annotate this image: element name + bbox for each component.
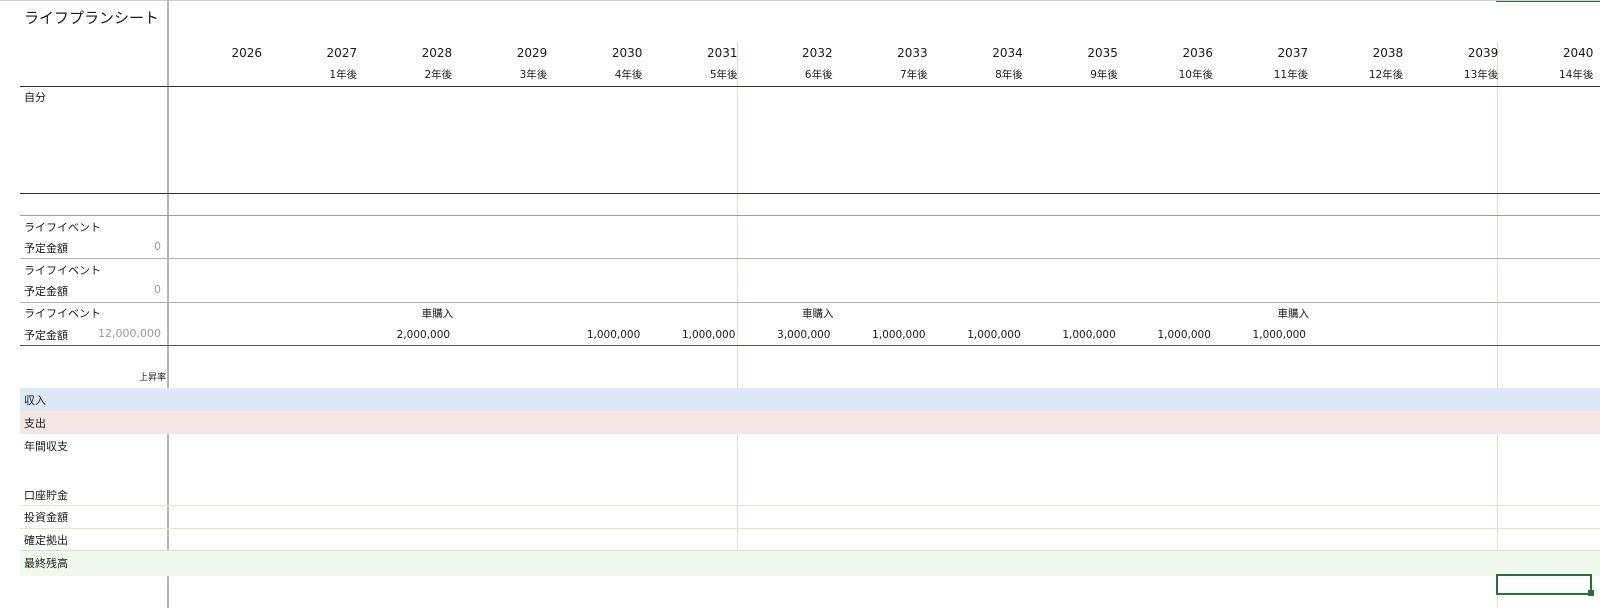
- savings-divider: [20, 505, 1600, 506]
- planned-amount-total-2[interactable]: 0: [66, 283, 161, 296]
- years-ago-cell: 14年後: [1559, 69, 1594, 81]
- event-amount-cell[interactable]: 1,000,000: [640, 329, 735, 341]
- year-header-cell: 2026: [231, 46, 262, 60]
- final-balance-label: 最終残高: [24, 557, 68, 570]
- selected-cell[interactable]: [1496, 574, 1592, 595]
- years-ago-cell: 10年後: [1178, 69, 1213, 81]
- income-row[interactable]: [20, 388, 1600, 411]
- planned-amount-total-1[interactable]: 0: [66, 240, 161, 253]
- event-name-cell[interactable]: 車購入: [754, 306, 834, 321]
- account-savings-label: 口座貯金: [24, 489, 68, 502]
- years-ago-cell: 12年後: [1368, 69, 1404, 81]
- years-ago-cell: 8年後: [995, 69, 1023, 81]
- events-top-border: [20, 215, 1600, 216]
- five-year-divider: [737, 42, 738, 576]
- event-amount-cell[interactable]: 2,000,000: [355, 329, 450, 341]
- years-ago-cell: 4年後: [614, 69, 643, 81]
- year-header-cell: 2036: [1182, 46, 1213, 60]
- planned-amount-label-1: 予定金額: [24, 242, 68, 255]
- header-bottom-border: [20, 86, 1600, 87]
- planned-amount-total-3[interactable]: 12,000,000: [66, 327, 161, 340]
- year-header-cell: 2037: [1277, 46, 1309, 60]
- years-ago-cell: 1年後: [329, 69, 358, 81]
- year-header-cell: 2027: [326, 46, 358, 60]
- year-header-cell: 2035: [1087, 46, 1118, 60]
- years-ago-cell: 6年後: [804, 69, 833, 81]
- years-ago-cell: 11年後: [1273, 69, 1309, 81]
- self-section-bottom-border: [20, 193, 1600, 194]
- year-header-cell: 2038: [1372, 46, 1404, 60]
- self-label: 自分: [24, 91, 46, 104]
- fill-handle[interactable]: [1588, 590, 1594, 596]
- expense-label: 支出: [24, 417, 46, 430]
- event-divider-2: [20, 302, 1600, 303]
- event-amount-cell[interactable]: 1,000,000: [831, 329, 925, 341]
- life-event-label-3: ライフイベント: [24, 307, 101, 320]
- defined-contribution-label: 確定拠出: [24, 534, 68, 547]
- top-border: [0, 0, 1600, 1]
- event-divider-1: [20, 258, 1600, 259]
- year-header-cell: 2034: [992, 46, 1023, 60]
- sheet-title: ライフプランシート: [24, 9, 160, 27]
- income-label: 収入: [24, 394, 46, 407]
- year-header-cell: 2030: [611, 46, 643, 60]
- planned-amount-label-3: 予定金額: [24, 329, 68, 342]
- years-ago-cell: 9年後: [1090, 69, 1118, 81]
- event-amount-cell[interactable]: 1,000,000: [545, 329, 640, 341]
- investment-divider: [20, 528, 1600, 529]
- life-event-label-2: ライフイベント: [24, 264, 101, 277]
- year-header-cell: 2028: [421, 46, 453, 60]
- year-header-cell: 2031: [706, 46, 738, 60]
- events-bottom-border: [20, 345, 1600, 346]
- thirteen-year-divider: [1497, 42, 1498, 608]
- year-header-cell: 2029: [516, 46, 548, 60]
- years-ago-cell: 2年後: [424, 69, 453, 81]
- event-amount-cell[interactable]: 1,000,000: [1021, 329, 1115, 341]
- annual-balance-label: 年間収支: [24, 440, 68, 453]
- rise-rate-label: 上昇率: [138, 373, 166, 383]
- year-header-cell: 2039: [1467, 46, 1499, 60]
- event-amount-cell[interactable]: 3,000,000: [736, 329, 830, 341]
- years-ago-cell: 3年後: [519, 69, 548, 81]
- final-balance-row[interactable]: [20, 551, 1600, 576]
- event-amount-cell[interactable]: 1,000,000: [1211, 329, 1306, 341]
- years-ago-cell: 5年後: [709, 69, 738, 81]
- event-name-cell[interactable]: 車購入: [373, 306, 454, 321]
- years-ago-cell: 13年後: [1463, 69, 1499, 81]
- year-header-cell: 2040: [1562, 46, 1594, 60]
- years-ago-cell: 7年後: [900, 69, 928, 81]
- contribution-divider: [20, 550, 1600, 551]
- life-event-label-1: ライフイベント: [24, 221, 101, 234]
- planned-amount-label-2: 予定金額: [24, 285, 68, 298]
- event-amount-cell[interactable]: 1,000,000: [926, 329, 1020, 341]
- event-amount-cell[interactable]: 1,000,000: [1116, 329, 1210, 341]
- event-name-cell[interactable]: 車購入: [1229, 306, 1310, 321]
- expense-row[interactable]: [20, 411, 1600, 434]
- investment-label: 投資金額: [24, 511, 68, 524]
- year-header-cell: 2033: [897, 46, 928, 60]
- year-header-cell: 2032: [802, 46, 833, 60]
- label-column-divider: [167, 0, 169, 608]
